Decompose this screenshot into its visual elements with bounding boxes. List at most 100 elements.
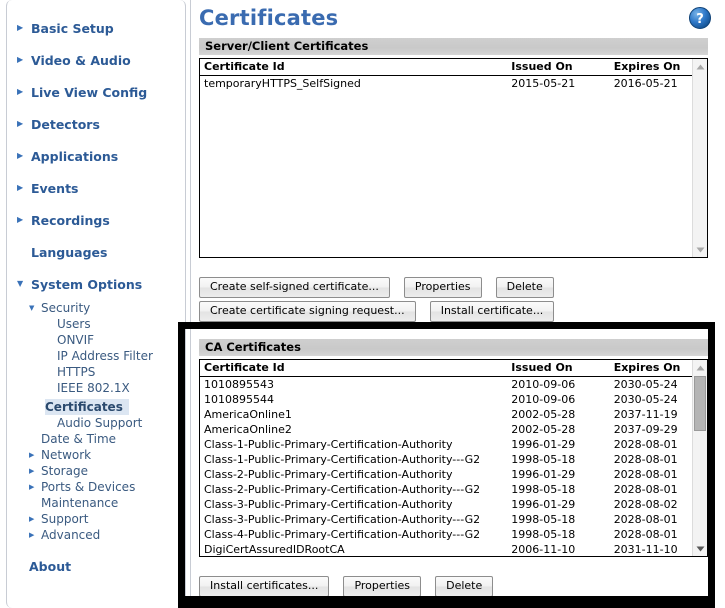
table-row[interactable]: Class-1-Public-Primary-Certification-Aut… <box>200 437 707 452</box>
sidebar-item-ieee-802-1x[interactable]: IEEE 802.1X <box>7 380 185 396</box>
table-row[interactable]: Class-3-Public-Primary-Certification-Aut… <box>200 497 707 512</box>
sidebar-item-users[interactable]: Users <box>7 316 185 332</box>
cell-certificate-id: AmericaOnline2 <box>200 422 508 437</box>
server-certificates-section-header: Server/Client Certificates <box>199 38 708 55</box>
cell-certificate-id: Class-2-Public-Primary-Certification-Aut… <box>200 482 508 497</box>
table-row[interactable]: AmericaOnline1 2002-05-28 2037-11-19 <box>200 407 707 422</box>
table-row[interactable]: Class-1-Public-Primary-Certification-Aut… <box>200 452 707 467</box>
sidebar-item-label: Date & Time <box>41 432 117 446</box>
cell-certificate-id: Class-1-Public-Primary-Certification-Aut… <box>200 452 508 467</box>
help-circle-icon[interactable]: ? <box>688 6 712 30</box>
scroll-up-arrow-icon[interactable] <box>693 360 707 375</box>
sidebar-item-ip-address-filter[interactable]: IP Address Filter <box>7 348 185 364</box>
install-certificate-button[interactable]: Install certificate... <box>429 301 555 322</box>
server-certificates-buttons-row-1: Create self-signed certificate... Proper… <box>199 275 563 298</box>
table-row[interactable]: 1010895543 2010-09-06 2030-05-24 <box>200 376 707 392</box>
cell-issued-on: 1998-05-18 <box>507 512 610 527</box>
sidebar-item-label: Storage <box>41 464 88 478</box>
sidebar-item-storage[interactable]: ▶ Storage <box>7 463 185 479</box>
scroll-down-arrow-icon[interactable] <box>693 541 707 556</box>
sidebar-item-languages[interactable]: Languages <box>7 236 185 268</box>
scroll-up-arrow-icon[interactable] <box>693 59 707 74</box>
sidebar-item-applications[interactable]: ▶ Applications <box>7 140 185 172</box>
sidebar-item-support[interactable]: ▶ Support <box>7 511 185 527</box>
table-row[interactable]: Class-4-Public-Primary-Certification-Aut… <box>200 527 707 542</box>
sidebar-item-label: IP Address Filter <box>57 349 153 363</box>
create-self-signed-certificate-button[interactable]: Create self-signed certificate... <box>199 277 390 298</box>
sidebar-item-recordings[interactable]: ▶ Recordings <box>7 204 185 236</box>
sidebar-item-security[interactable]: ▼ Security <box>7 300 185 316</box>
sidebar-item-label: Security <box>41 301 91 315</box>
column-header-certificate-id[interactable]: Certificate Id <box>200 59 508 76</box>
server-certificates-buttons-row-2: Create certificate signing request... In… <box>199 299 563 322</box>
sidebar-item-label: Network <box>41 448 92 462</box>
sidebar-item-label: ONVIF <box>57 333 95 347</box>
application-window: ▶ Basic Setup ▶ Video & Audio ▶ Live View Con… <box>0 0 725 608</box>
sidebar-item-ports-devices[interactable]: ▶ Ports & Devices <box>7 479 185 495</box>
table-row[interactable]: AmericaOnline2 2002-05-28 2037-09-29 <box>200 422 707 437</box>
server-certificates-body: temporaryHTTPS_SelfSigned 2015-05-21 2016-… <box>200 75 707 91</box>
sidebar-item-advanced[interactable]: ▶ Advanced <box>7 527 185 543</box>
table-row[interactable]: 1010895544 2010-09-06 2030-05-24 <box>200 392 707 407</box>
chevron-down-icon: ▼ <box>17 279 24 288</box>
sidebar-item-live-view-config[interactable]: ▶ Live View Config <box>7 76 185 108</box>
table-row[interactable]: Class-2-Public-Primary-Certification-Aut… <box>200 467 707 482</box>
sidebar-item-label: System Options <box>31 276 143 292</box>
server-delete-button[interactable]: Delete <box>495 277 554 298</box>
cell-issued-on: 2002-05-28 <box>507 407 610 422</box>
cell-certificate-id: AmericaOnline1 <box>200 407 508 422</box>
server-list-scrollbar[interactable] <box>692 59 707 257</box>
navigation-sidebar: ▶ Basic Setup ▶ Video & Audio ▶ Live View Con… <box>6 0 186 608</box>
scroll-down-arrow-icon[interactable] <box>693 242 707 257</box>
sidebar-item-date-time[interactable]: Date & Time <box>7 431 185 447</box>
sidebar-item-label: Certificates <box>45 400 123 414</box>
ca-certificates-list[interactable]: Certificate Id Issued On Expires On 1010… <box>199 359 708 557</box>
sidebar-item-certificates[interactable]: Certificates <box>45 399 129 415</box>
sidebar-item-about[interactable]: About <box>7 559 185 574</box>
sidebar-item-label: Support <box>41 512 89 526</box>
ca-delete-button[interactable]: Delete <box>435 576 494 597</box>
sidebar-item-detectors[interactable]: ▶ Detectors <box>7 108 185 140</box>
column-header-issued-on[interactable]: Issued On <box>507 360 610 377</box>
cell-issued-on: 2002-05-28 <box>507 422 610 437</box>
ca-scrollbar-thumb[interactable] <box>694 376 706 431</box>
column-header-issued-on[interactable]: Issued On <box>507 59 610 76</box>
sidebar-item-onvif[interactable]: ONVIF <box>7 332 185 348</box>
sidebar-item-label: Live View Config <box>31 84 148 100</box>
column-header-certificate-id[interactable]: Certificate Id <box>200 360 508 377</box>
sidebar-item-maintenance[interactable]: Maintenance <box>7 495 185 511</box>
sidebar-item-video-audio[interactable]: ▶ Video & Audio <box>7 44 185 76</box>
chevron-right-icon: ▶ <box>17 215 24 224</box>
install-certificates-button[interactable]: Install certificates... <box>199 576 330 597</box>
sidebar-item-label: Applications <box>31 148 119 164</box>
ca-list-scrollbar[interactable] <box>692 360 707 556</box>
sidebar-item-label: Maintenance <box>41 496 119 510</box>
sidebar-item-events[interactable]: ▶ Events <box>7 172 185 204</box>
cell-issued-on: 1996-01-29 <box>507 467 610 482</box>
cell-issued-on: 2015-05-21 <box>507 75 610 91</box>
server-certificates-table: Certificate Id Issued On Expires On temp… <box>200 59 707 91</box>
sidebar-item-network[interactable]: ▶ Network <box>7 447 185 463</box>
table-row[interactable]: temporaryHTTPS_SelfSigned 2015-05-21 2016-… <box>200 75 707 91</box>
sidebar-item-label: Audio Support <box>57 416 143 430</box>
sidebar-item-https[interactable]: HTTPS <box>7 364 185 380</box>
section-header-label: Server/Client Certificates <box>205 39 369 53</box>
main-content: Certificates ? Server/Client Certificate… <box>190 0 725 608</box>
table-row[interactable]: Class-2-Public-Primary-Certification-Aut… <box>200 482 707 497</box>
ca-properties-button[interactable]: Properties <box>343 576 422 597</box>
chevron-right-icon: ▶ <box>29 450 35 459</box>
sidebar-item-label: HTTPS <box>57 365 96 379</box>
sidebar-item-basic-setup[interactable]: ▶ Basic Setup <box>7 12 185 44</box>
cell-certificate-id: Class-4-Public-Primary-Certification-Aut… <box>200 527 508 542</box>
sidebar-item-system-options[interactable]: ▼ System Options <box>7 268 185 300</box>
server-properties-button[interactable]: Properties <box>403 277 482 298</box>
sidebar-item-label: Ports & Devices <box>41 480 136 494</box>
table-row[interactable]: Class-3-Public-Primary-Certification-Aut… <box>200 512 707 527</box>
table-row[interactable]: DigiCertAssuredIDRootCA 2006-11-10 2031-11… <box>200 542 707 556</box>
server-certificates-list[interactable]: Certificate Id Issued On Expires On temp… <box>199 58 708 258</box>
chevron-right-icon: ▶ <box>29 530 35 539</box>
cell-issued-on: 2006-11-10 <box>507 542 610 556</box>
sidebar-item-label: Video & Audio <box>31 52 131 68</box>
create-certificate-signing-request-button[interactable]: Create certificate signing request... <box>199 301 416 322</box>
sidebar-item-audio-support[interactable]: Audio Support <box>7 415 185 431</box>
